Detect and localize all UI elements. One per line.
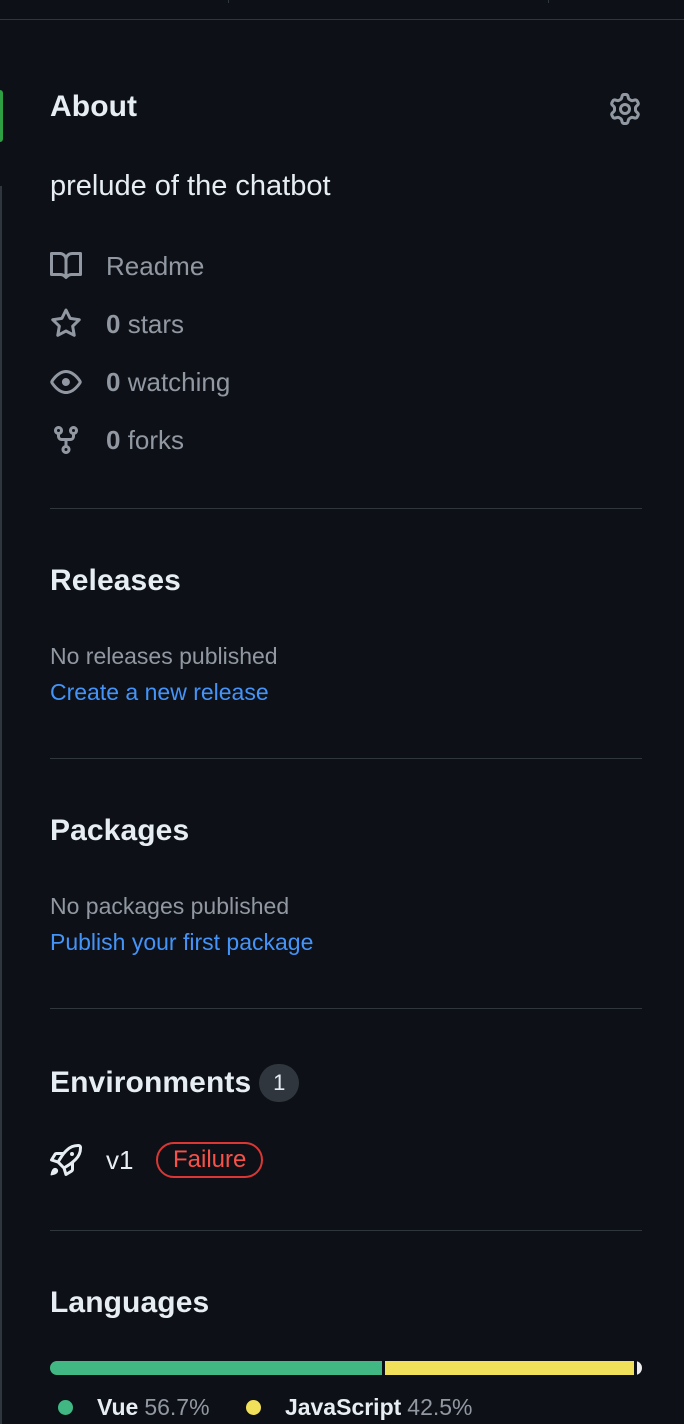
forks-text: 0 forks	[106, 425, 184, 456]
language-legend: Vue 56.7% JavaScript 42.5%	[50, 1394, 495, 1421]
language-percent: 56.7%	[144, 1394, 210, 1420]
language-percent: 42.5%	[407, 1394, 473, 1420]
language-item-javascript[interactable]: JavaScript 42.5%	[238, 1394, 473, 1421]
readme-link[interactable]: Readme	[50, 249, 204, 283]
top-divider-mark	[228, 0, 229, 3]
stars-text: 0 stars	[106, 309, 184, 340]
top-border	[0, 0, 684, 20]
book-icon	[50, 250, 82, 282]
top-divider-mark	[548, 0, 549, 3]
rocket-icon	[50, 1144, 82, 1176]
releases-heading[interactable]: Releases	[50, 564, 642, 598]
forks-count: 0	[106, 424, 121, 455]
status-badge: Failure	[156, 1142, 264, 1178]
environment-name: v1	[106, 1144, 134, 1175]
eye-icon	[50, 366, 82, 398]
stars-count: 0	[106, 308, 121, 339]
about-section: About	[50, 90, 642, 124]
environments-section: Environments 1	[50, 1064, 642, 1102]
section-divider	[50, 1008, 642, 1009]
language-bar-segment	[50, 1361, 383, 1375]
stars-link[interactable]: 0 stars	[50, 307, 184, 341]
main-content-edge	[0, 186, 2, 1424]
language-dot	[245, 1400, 261, 1415]
language-item-vue[interactable]: Vue 56.7%	[50, 1394, 210, 1421]
language-name: JavaScript	[284, 1394, 402, 1420]
environments-heading[interactable]: Environments	[50, 1066, 251, 1100]
watching-count: 0	[106, 366, 121, 397]
readme-label: Readme	[106, 250, 205, 281]
language-name: Vue	[97, 1394, 139, 1420]
releases-section: Releases	[50, 564, 642, 598]
languages-heading: Languages	[50, 1286, 210, 1319]
no-packages-text: No packages published	[50, 893, 290, 919]
language-dot	[58, 1400, 73, 1415]
fork-icon	[50, 424, 82, 456]
watching-label: watching	[127, 366, 231, 397]
environment-item[interactable]: v1	[50, 1143, 133, 1177]
active-indicator	[0, 90, 3, 142]
environments-count-badge: 1	[259, 1064, 300, 1102]
about-heading: About	[50, 90, 138, 123]
language-bar	[50, 1361, 642, 1375]
star-icon	[50, 308, 82, 340]
watching-text: 0 watching	[106, 367, 230, 398]
watching-link[interactable]: 0 watching	[50, 365, 230, 399]
section-divider	[50, 508, 642, 509]
language-bar-segment	[385, 1361, 635, 1375]
gear-icon[interactable]	[608, 92, 642, 126]
publish-package-link[interactable]: Publish your first package	[50, 929, 642, 956]
repo-description: prelude of the chatbot	[50, 170, 331, 202]
forks-label: forks	[127, 424, 185, 455]
language-bar-segment	[637, 1361, 642, 1375]
languages-section: Languages	[50, 1286, 642, 1320]
section-divider	[50, 1230, 642, 1231]
create-release-link[interactable]: Create a new release	[50, 679, 642, 706]
packages-heading[interactable]: Packages	[50, 814, 642, 848]
section-divider	[50, 758, 642, 759]
no-releases-text: No releases published	[50, 643, 278, 669]
packages-section: Packages	[50, 814, 642, 848]
stars-label: stars	[127, 308, 185, 339]
forks-link[interactable]: 0 forks	[50, 423, 184, 457]
